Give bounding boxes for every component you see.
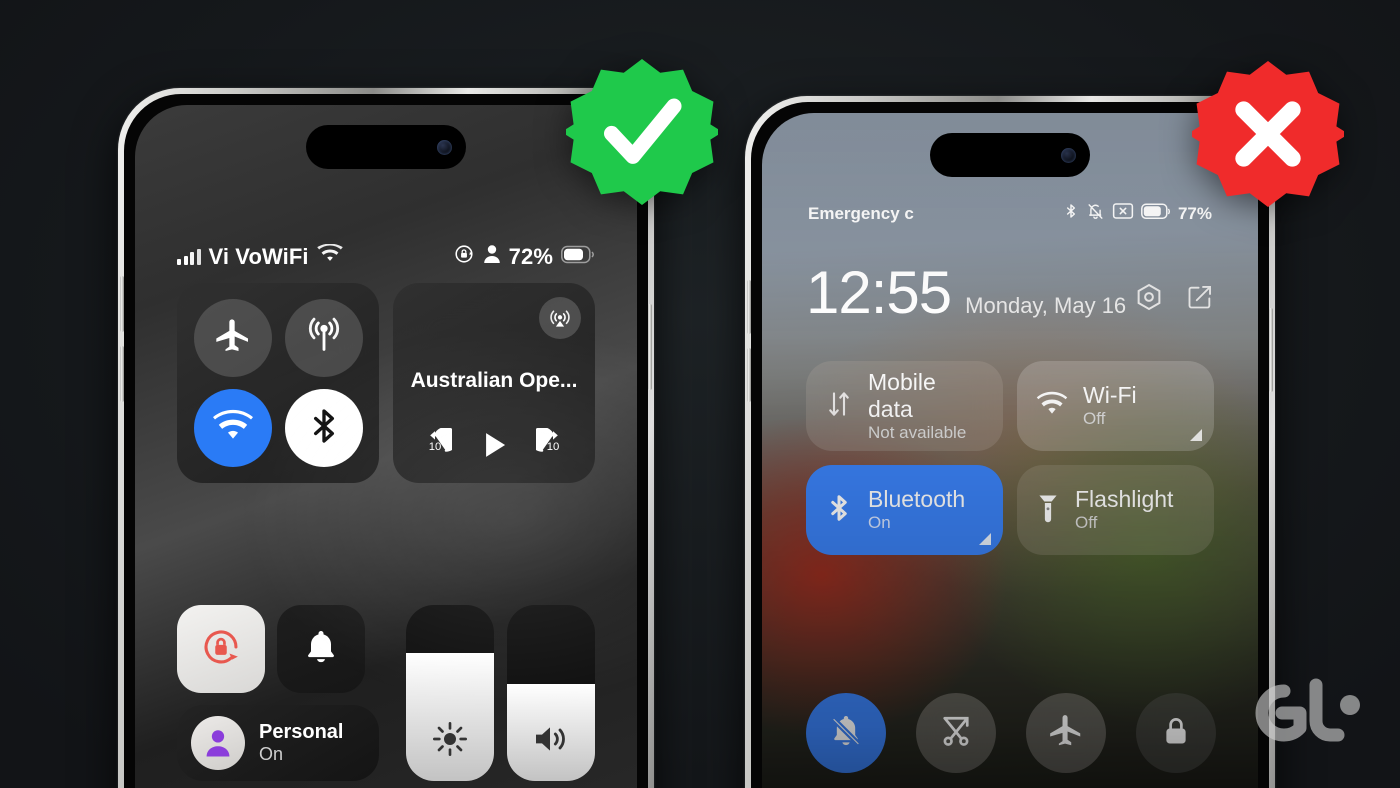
cellular-antenna-icon [304, 316, 344, 361]
wifi-icon [1035, 391, 1069, 422]
airplane-mode-button[interactable] [193, 299, 272, 377]
media-controls: 10 10 [407, 426, 581, 469]
front-camera-icon [1061, 147, 1076, 163]
carrier-label: Vi VoWiFi [208, 244, 309, 269]
flashlight-icon [1035, 491, 1061, 530]
wifi-toggle-button[interactable] [193, 389, 272, 467]
flashlight-state: Off [1075, 513, 1098, 533]
rotation-lock-icon [453, 243, 475, 271]
rotation-lock-icon [198, 624, 244, 675]
airplane-mode-circle-button[interactable] [1026, 693, 1106, 773]
screenshot-icon [1112, 202, 1134, 225]
left-phone-volume-up-button[interactable] [120, 276, 124, 332]
focus-state-label: On [259, 743, 284, 764]
battery-percent-label: 72% [508, 244, 553, 269]
date-label: Monday, May 16 [965, 293, 1127, 318]
front-camera-icon [437, 139, 452, 155]
skip-back-10-button[interactable]: 10 [418, 426, 459, 467]
mobile-data-state: Not available [868, 422, 967, 442]
person-icon [483, 244, 501, 270]
now-playing-module[interactable]: Australian Ope... 10 10 [393, 283, 595, 483]
bell-off-icon [1086, 202, 1105, 226]
rotation-lock-tile[interactable] [177, 605, 265, 693]
left-control-center-middle: Personal On [177, 605, 595, 781]
comparison-canvas: Vi VoWiFi 72% Australian Ope... 10 10 Pe… [0, 0, 1400, 788]
cellular-bars-icon [177, 249, 201, 265]
right-phone-power-button[interactable] [1269, 308, 1273, 392]
wifi-tile[interactable]: Wi-Fi Off [1017, 361, 1214, 451]
right-phone-volume-up-button[interactable] [747, 280, 751, 334]
edit-pencil-icon[interactable] [1186, 283, 1214, 316]
left-dynamic-island [306, 125, 466, 169]
right-phone-screen: Emergency c 77% 12:55 Monday, May 16 Mob… [762, 113, 1258, 788]
cast-scissors-icon [938, 713, 974, 754]
bluetooth-toggle-button[interactable] [284, 389, 363, 467]
bluetooth-state: On [868, 513, 891, 533]
media-title-label: Australian Ope... [410, 368, 578, 392]
bluetooth-icon [824, 491, 854, 530]
airplay-audio-icon[interactable] [539, 297, 581, 339]
carrier-label: Emergency c [808, 203, 914, 223]
left-control-center-top: Australian Ope... 10 10 [177, 283, 595, 483]
skip-forward-10-button[interactable]: 10 [529, 426, 570, 467]
left-phone-power-button[interactable] [648, 304, 652, 390]
bell-off-icon [827, 712, 865, 755]
mobile-data-tile[interactable]: Mobile data Not available [806, 361, 1003, 451]
cross-icon [1192, 61, 1344, 207]
svg-text:10: 10 [429, 441, 442, 453]
lock-icon [1159, 714, 1193, 753]
brightness-slider-fill [406, 652, 494, 781]
silent-mode-circle-button[interactable] [806, 693, 886, 773]
flashlight-title: Flashlight [1075, 486, 1174, 513]
settings-hex-icon[interactable] [1134, 282, 1164, 317]
check-icon [566, 59, 718, 205]
screen-lock-circle-button[interactable] [1136, 693, 1216, 773]
left-phone-screen: Vi VoWiFi 72% Australian Ope... 10 10 Pe… [135, 105, 637, 788]
wifi-title: Wi-Fi [1083, 382, 1137, 409]
battery-icon [561, 244, 595, 270]
clock-label: 12:55 [806, 259, 952, 326]
mobile-data-title: Mobile data [868, 368, 936, 422]
screen-cast-circle-button[interactable] [916, 693, 996, 773]
right-phone-volume-down-button[interactable] [747, 348, 751, 402]
wifi-expand-corner-icon[interactable] [1190, 429, 1202, 441]
left-status-bar: Vi VoWiFi 72% [135, 243, 637, 271]
quick-settings-tiles: Mobile data Not available Wi-Fi Off Blue… [806, 361, 1214, 555]
wifi-icon [212, 406, 253, 451]
slider-group [393, 605, 595, 781]
bluetooth-icon [304, 406, 344, 451]
bluetooth-expand-corner-icon[interactable] [979, 533, 991, 545]
bluetooth-tile[interactable]: Bluetooth On [806, 465, 1003, 555]
volume-icon [536, 727, 565, 751]
focus-title-label: Personal [259, 720, 344, 743]
bell-icon [301, 627, 341, 672]
right-dynamic-island [930, 133, 1090, 177]
wifi-state: Off [1083, 409, 1106, 429]
left-phone-volume-down-button[interactable] [120, 346, 124, 402]
red-cross-badge [1192, 58, 1344, 210]
airplane-icon [213, 316, 253, 361]
brightness-slider[interactable] [406, 605, 494, 781]
right-status-bar: Emergency c 77% [762, 201, 1258, 226]
flashlight-tile[interactable]: Flashlight Off [1017, 465, 1214, 555]
person-focus-icon [191, 716, 245, 770]
battery-icon [1141, 203, 1171, 225]
connectivity-module [177, 283, 379, 483]
svg-text:10: 10 [546, 441, 559, 453]
bluetooth-icon [1063, 201, 1079, 226]
green-check-badge [566, 56, 718, 208]
quick-settings-circles-row-1 [806, 693, 1238, 773]
play-button[interactable] [475, 426, 513, 469]
cellular-data-button[interactable] [284, 299, 363, 377]
focus-mode-tile[interactable]: Personal On [177, 705, 379, 781]
volume-slider[interactable] [507, 605, 595, 781]
wifi-icon [316, 243, 343, 270]
brightness-icon [433, 722, 467, 756]
airplane-icon [1047, 712, 1085, 755]
data-transfer-icon [824, 388, 854, 425]
right-qs-header: 12:55 Monday, May 16 [806, 263, 1214, 323]
bluetooth-title: Bluetooth [868, 486, 966, 513]
ring-silent-tile[interactable] [277, 605, 365, 693]
